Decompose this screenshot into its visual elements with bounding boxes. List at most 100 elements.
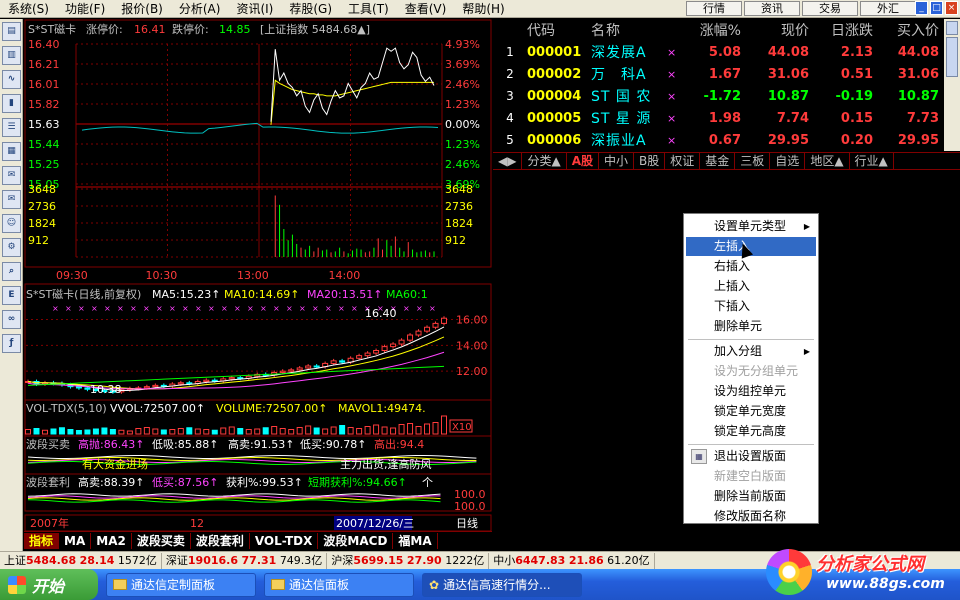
mail-icon[interactable]: ✉: [2, 190, 21, 209]
task-quote-app[interactable]: ✿ 通达信高速行情分...: [422, 572, 582, 597]
hdr-price[interactable]: 现价: [741, 20, 809, 40]
menu-function[interactable]: 功能(F): [57, 0, 113, 18]
indicator-tab[interactable]: MA2: [91, 532, 132, 549]
row-number: 3: [506, 89, 514, 103]
vol-tdx-bar: [313, 427, 320, 435]
context-menu-item[interactable]: 退出设置版面 ▦: [686, 447, 816, 466]
task-panel[interactable]: 通达信面板: [264, 572, 414, 597]
stock-chart[interactable]: S*ST磁卡 涨停价: 16.41 跌停价: 14.85 [上证指数 5484.…: [24, 19, 492, 532]
stock-flag: ×: [667, 67, 677, 81]
etf-icon[interactable]: E: [2, 286, 21, 305]
hdr-change[interactable]: 日涨跌: [809, 20, 873, 40]
indicator-tab[interactable]: 波段MACD: [318, 532, 394, 549]
indicator-tab[interactable]: 福MA: [393, 532, 438, 549]
context-menu-item[interactable]: 修改版面名称: [686, 507, 816, 526]
scroll-thumb[interactable]: [946, 37, 958, 77]
finance-icon[interactable]: ⚙: [2, 238, 21, 257]
scroll-up-icon[interactable]: [946, 21, 958, 35]
context-menu-item[interactable]: 设为组控单元: [686, 382, 816, 401]
close-icon[interactable]: ×: [945, 1, 958, 15]
context-menu-item[interactable]: 删除当前版面: [686, 487, 816, 506]
category-tab[interactable]: 行业▲: [850, 153, 894, 169]
category-tab[interactable]: 自选: [770, 153, 806, 169]
category-tab[interactable]: 中小: [599, 153, 635, 169]
kline-month: 12: [190, 517, 204, 530]
menu-system[interactable]: 系统(S): [0, 0, 57, 18]
context-menu-item[interactable]: 加入分组 ▶: [686, 342, 816, 361]
vol-tdx-bar: [67, 429, 74, 435]
chart-area[interactable]: S*ST磁卡 涨停价: 16.41 跌停价: 14.85 [上证指数 5484.…: [24, 19, 492, 532]
vol-tdx-bar: [415, 426, 422, 435]
vol-tdx-bar: [424, 423, 431, 435]
quote-row[interactable]: 2 000002 万 科A × 1.67 31.06 0.51 31.06: [493, 63, 947, 85]
category-tab[interactable]: 地区▲: [805, 153, 850, 169]
category-tab[interactable]: ◀▶: [493, 153, 523, 169]
vol-tdx-bar: [220, 427, 227, 435]
formula-icon[interactable]: ƒ: [2, 334, 21, 353]
hdr-bid[interactable]: 买入价: [873, 20, 939, 40]
index-status[interactable]: 沪深5699.15 27.90 1222亿: [327, 552, 490, 569]
bar-chart-icon[interactable]: ▮: [2, 94, 21, 113]
context-menu-item[interactable]: 右插入: [686, 257, 816, 276]
hdr-code[interactable]: 代码: [527, 20, 591, 40]
maximize-icon[interactable]: □: [930, 1, 943, 15]
quote-row[interactable]: 4 000005 ST 星 源 × 1.98 7.74 0.15 7.73: [493, 107, 947, 129]
link-icon[interactable]: ∞: [2, 310, 21, 329]
app-icon: ✿: [429, 577, 440, 592]
context-menu-item[interactable]: 设置单元类型 ▶: [686, 217, 816, 236]
trend-icon[interactable]: ∿: [2, 70, 21, 89]
hdr-name[interactable]: 名称: [591, 20, 667, 40]
search-icon[interactable]: ⌕: [2, 262, 21, 281]
forex-button[interactable]: 外汇: [860, 1, 916, 16]
task-custom-panel[interactable]: 通达信定制面板: [106, 572, 256, 597]
start-button[interactable]: 开始: [0, 569, 98, 600]
index-status[interactable]: 中小6447.83 21.86 61.20亿: [489, 552, 655, 569]
price-tick: 15.44: [28, 138, 60, 151]
category-tab[interactable]: 权证: [665, 153, 701, 169]
quote-row[interactable]: 1 000001 深发展A × 5.08 44.08 2.13 44.08: [493, 41, 947, 63]
context-menu-item[interactable]: 上插入: [686, 277, 816, 296]
indicator-tab[interactable]: 波段买卖: [132, 532, 191, 549]
menu-help[interactable]: 帮助(H): [454, 0, 512, 18]
category-tab[interactable]: B股: [634, 153, 666, 169]
context-menu-item[interactable]: 下插入: [686, 297, 816, 316]
menu-quote[interactable]: 报价(B): [113, 0, 171, 18]
menu-recommend[interactable]: 荐股(G): [281, 0, 340, 18]
quote-row[interactable]: 5 000006 深振业A × 0.67 29.95 0.20 29.95: [493, 129, 947, 151]
quote-table[interactable]: 代码 名称 涨幅% 现价 日涨跌 买入价 1 000001 深发展A × 5.08 44.…: [493, 19, 947, 151]
index-status[interactable]: 上证5484.68 28.14 1572亿: [0, 552, 162, 569]
bid-price: 7.73: [906, 110, 939, 126]
category-tab[interactable]: 分类▲: [522, 153, 567, 169]
indicator-tab[interactable]: 波段套利: [191, 532, 250, 549]
indicator-tab[interactable]: VOL-TDX: [250, 532, 319, 549]
index-change: 27.90: [406, 553, 442, 567]
minute-chart-icon[interactable]: ▤: [2, 22, 21, 41]
report-icon[interactable]: ☰: [2, 118, 21, 137]
context-menu-item[interactable]: 锁定单元高度: [686, 422, 816, 441]
menu-tools[interactable]: 工具(T): [340, 0, 397, 18]
menu-analysis[interactable]: 分析(A): [171, 0, 229, 18]
kline-icon[interactable]: ▥: [2, 46, 21, 65]
indicator-tab[interactable]: MA: [59, 532, 92, 549]
news-icon[interactable]: ✉: [2, 166, 21, 185]
index-status[interactable]: 深证19016.6 77.31 749.3亿: [162, 552, 328, 569]
people-icon[interactable]: ☺: [2, 214, 21, 233]
context-menu-item[interactable]: 删除单元: [686, 317, 816, 336]
quote-button[interactable]: 行情: [686, 1, 742, 16]
vol-tdx-bar: [245, 429, 252, 435]
category-tab[interactable]: 三板: [735, 153, 771, 169]
candle: [390, 343, 397, 348]
quote-row[interactable]: 3 000004 ST 国 农 × -1.72 10.87 -0.19 10.87: [493, 85, 947, 107]
category-tab[interactable]: 基金: [700, 153, 736, 169]
info-button[interactable]: 资讯: [744, 1, 800, 16]
trade-button[interactable]: 交易: [802, 1, 858, 16]
hdr-pct[interactable]: 涨幅%: [681, 20, 741, 40]
menu-info[interactable]: 资讯(I): [228, 0, 281, 18]
context-menu-item[interactable]: 锁定单元宽度: [686, 402, 816, 421]
indicator-tab[interactable]: 指标: [24, 532, 60, 549]
table-icon[interactable]: ▦: [2, 142, 21, 161]
category-tab[interactable]: A股: [567, 153, 599, 169]
menu-view[interactable]: 查看(V): [397, 0, 455, 18]
quote-scrollbar[interactable]: [944, 19, 960, 151]
minimize-icon[interactable]: _: [915, 1, 928, 15]
